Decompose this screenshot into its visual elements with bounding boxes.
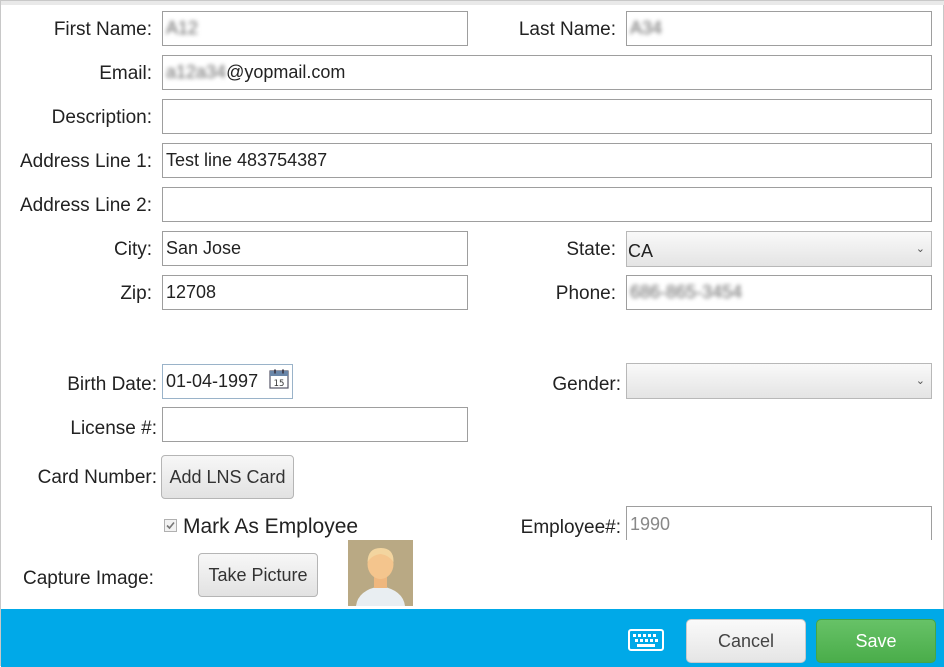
mark-employee-label: Mark As Employee: [183, 515, 359, 538]
employee-number-field[interactable]: 1990: [626, 506, 932, 540]
gender-select[interactable]: ⌄: [626, 363, 932, 399]
zip-field[interactable]: 12708: [162, 275, 468, 310]
last-name-label: Last Name:: [518, 19, 616, 40]
address-line-2-field[interactable]: [162, 187, 932, 222]
chevron-down-icon: ⌄: [915, 243, 925, 255]
address-line-2-label: Address Line 2:: [19, 195, 152, 216]
avatar: [348, 540, 413, 606]
last-name-field[interactable]: A34: [626, 11, 932, 46]
top-border: [1, 1, 944, 5]
email-value-prefix: a12a34: [166, 62, 227, 82]
address-line-1-label: Address Line 1:: [19, 151, 152, 172]
calendar-icon[interactable]: 15: [269, 369, 289, 389]
phone-label: Phone:: [555, 283, 616, 304]
zip-label: Zip:: [120, 283, 152, 304]
description-label: Description:: [51, 107, 152, 128]
add-lns-card-button[interactable]: Add LNS Card: [161, 455, 294, 499]
mark-employee-checkbox[interactable]: [164, 519, 177, 532]
employee-form-dialog: First Name: A12 Last Name: A34 Email: a1…: [0, 0, 944, 667]
first-name-value: A12: [166, 18, 199, 38]
footer-bar: Cancel Save: [1, 609, 944, 667]
keyboard-icon[interactable]: [628, 629, 664, 651]
state-select[interactable]: CA ⌄: [626, 231, 932, 267]
state-label: State:: [566, 239, 616, 260]
birth-date-label: Birth Date:: [67, 374, 157, 395]
address-line-1-field[interactable]: Test line 483754387: [162, 143, 932, 178]
card-number-label: Card Number:: [37, 467, 157, 488]
email-value-suffix: @yopmail.com: [226, 62, 346, 82]
save-button[interactable]: Save: [816, 619, 936, 663]
gender-label: Gender:: [552, 374, 621, 395]
chevron-down-icon: ⌄: [915, 375, 925, 387]
phone-field[interactable]: 686-865-3454: [626, 275, 932, 310]
birth-date-value: 01-04-1997: [166, 371, 259, 391]
calendar-day: 15: [274, 379, 285, 389]
capture-image-label: Capture Image:: [23, 568, 154, 589]
license-field[interactable]: [162, 407, 468, 442]
first-name-field[interactable]: A12: [162, 11, 468, 46]
checkmark-icon: [166, 521, 175, 530]
state-value: CA: [628, 241, 654, 261]
cancel-button[interactable]: Cancel: [686, 619, 806, 663]
birth-date-field[interactable]: 01-04-1997 15: [162, 364, 293, 399]
description-field[interactable]: [162, 99, 932, 134]
phone-value: 686-865-3454: [630, 282, 743, 302]
license-label: License #:: [70, 418, 157, 439]
city-field[interactable]: San Jose: [162, 231, 468, 266]
employee-number-label: Employee#:: [520, 517, 621, 538]
email-field[interactable]: a12a34@yopmail.com: [162, 55, 932, 90]
email-label: Email:: [99, 63, 152, 84]
city-label: City:: [114, 239, 152, 260]
first-name-label: First Name:: [53, 19, 152, 40]
take-picture-button[interactable]: Take Picture: [198, 553, 318, 597]
last-name-value: A34: [630, 18, 663, 38]
